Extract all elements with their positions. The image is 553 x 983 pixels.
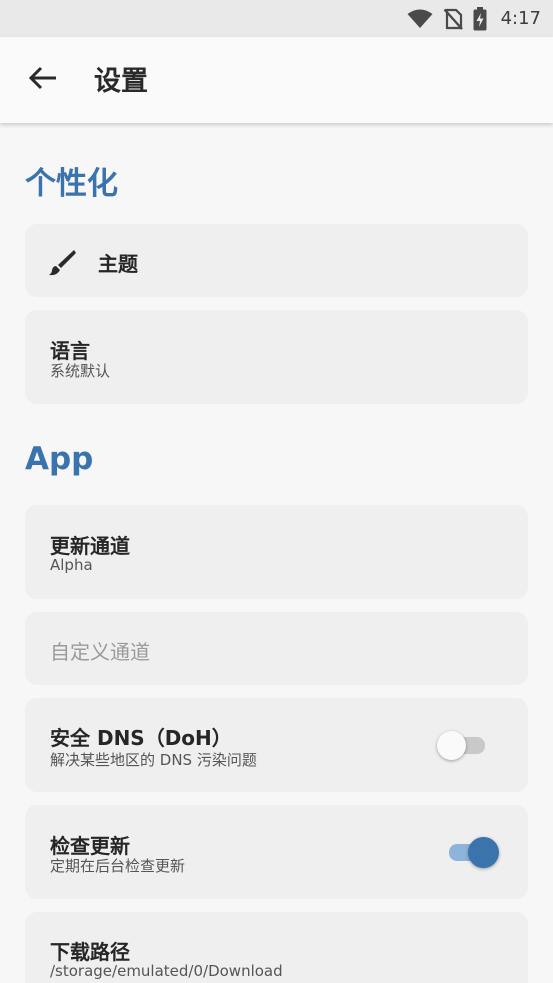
section-title-personalization: 个性化 (25, 166, 118, 202)
theme-setting[interactable]: 主题 (25, 224, 528, 297)
download-path-value: /storage/emulated/0/Download (50, 962, 283, 980)
secure-dns-switch[interactable] (437, 730, 487, 760)
secure-dns-setting[interactable]: 安全 DNS（DoH） 解决某些地区的 DNS 污染问题 (25, 698, 528, 792)
download-path-label: 下载路径 (50, 940, 130, 964)
check-updates-setting[interactable]: 检查更新 定期在后台检查更新 (25, 805, 528, 899)
switch-thumb (437, 731, 466, 760)
update-channel-value: Alpha (50, 556, 93, 574)
check-updates-description: 定期在后台检查更新 (50, 857, 186, 875)
update-channel-label: 更新通道 (50, 534, 130, 558)
secure-dns-label: 安全 DNS（DoH） (50, 726, 232, 750)
download-path-setting[interactable]: 下载路径 /storage/emulated/0/Download (25, 912, 528, 983)
clock: 4:17 (500, 8, 541, 29)
section-title-app: App (25, 441, 94, 477)
brush-icon (45, 248, 77, 280)
no-sim-icon (443, 8, 463, 30)
page-title: 设置 (94, 66, 148, 97)
back-button[interactable] (24, 61, 62, 99)
language-value: 系统默认 (50, 362, 111, 380)
battery-charging-icon (473, 6, 487, 31)
theme-label: 主题 (98, 252, 138, 276)
custom-channel-label: 自定义通道 (50, 640, 150, 664)
update-channel-setting[interactable]: 更新通道 Alpha (25, 505, 528, 599)
custom-channel-setting[interactable]: 自定义通道 (25, 612, 528, 685)
app-bar: 设置 (0, 37, 553, 123)
arrow-left-icon (28, 66, 58, 94)
secure-dns-description: 解决某些地区的 DNS 污染问题 (50, 751, 257, 769)
switch-thumb (468, 837, 499, 868)
wifi-icon (407, 9, 433, 29)
check-updates-switch[interactable] (449, 836, 501, 868)
language-setting[interactable]: 语言 系统默认 (25, 310, 528, 404)
status-bar: 4:17 (0, 0, 553, 37)
